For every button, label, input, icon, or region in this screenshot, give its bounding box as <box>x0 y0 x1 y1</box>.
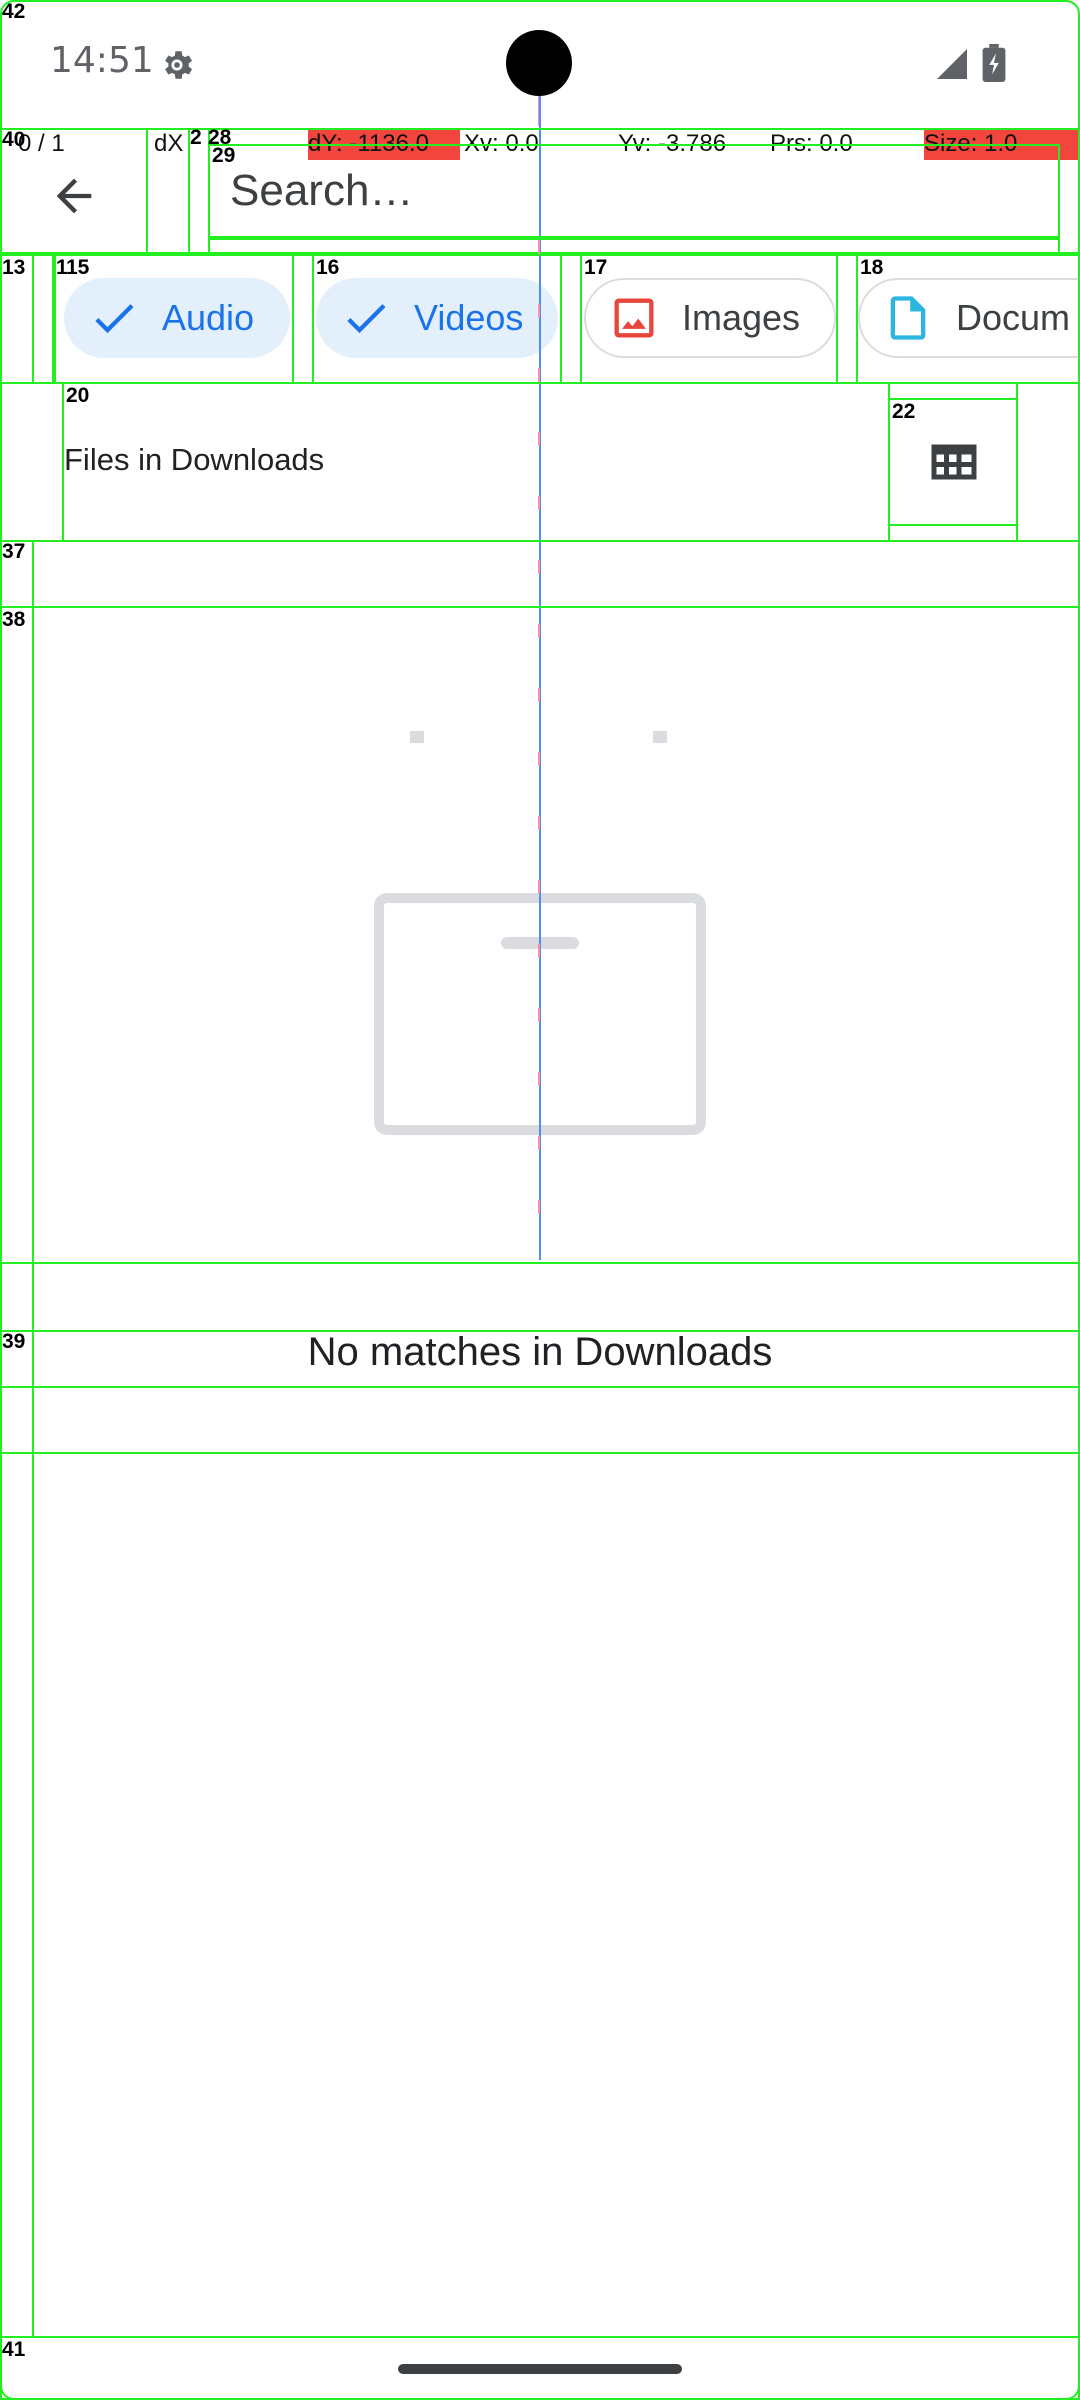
pointer-trace-tick <box>538 880 540 894</box>
check-icon <box>86 290 142 346</box>
battery-charging-icon <box>982 44 1006 82</box>
pointer-trace-tick <box>538 240 540 254</box>
grid-view-icon <box>931 444 977 480</box>
pointer-trace-tick <box>538 560 540 574</box>
empty-state-message: No matches in Downloads <box>307 1330 773 1374</box>
bounds-label: 28 <box>208 126 232 149</box>
bounds-label: 41 <box>2 2338 26 2361</box>
pointer-trace-tick <box>538 432 540 446</box>
chip-label: Docum <box>956 297 1071 338</box>
chip-videos[interactable]: Videos <box>316 278 558 358</box>
bounds-1 <box>32 254 54 384</box>
bounds-row-20-a <box>0 382 64 542</box>
back-button[interactable] <box>34 156 114 236</box>
bounds-label: 2 <box>190 126 202 149</box>
pointer-trace-tick <box>538 944 540 958</box>
bounds-label: 16 <box>316 256 340 279</box>
pointer-trace-tick <box>538 624 540 638</box>
pointer-trace-tick <box>538 816 540 830</box>
chip-audio[interactable]: Audio <box>64 278 290 358</box>
chip-documents[interactable]: Docum <box>858 278 1080 358</box>
signal-icon <box>934 46 970 82</box>
bounds-16-a <box>560 254 582 384</box>
bounds-39-a <box>0 1386 1080 1454</box>
chip-label: Videos <box>414 297 524 338</box>
pointer-trace-tick <box>538 688 540 702</box>
chip-images[interactable]: Images <box>584 278 836 358</box>
pointer-trace-tick <box>538 1008 540 1022</box>
bounds-label: 13 <box>2 256 26 279</box>
bounds-15-a <box>292 254 314 384</box>
document-icon <box>880 290 936 346</box>
bounds-label: 1 <box>56 256 68 279</box>
arrow-back-icon <box>56 178 92 214</box>
bounds-38-a <box>0 1262 1080 1332</box>
pointer-trace-tick <box>538 1136 540 1150</box>
pointer-trace-tick <box>538 496 540 510</box>
pointer-trace-tick <box>538 304 540 318</box>
bounds-17-a <box>836 254 858 384</box>
pointer-trace-tick <box>538 752 540 766</box>
grid-view-button[interactable] <box>924 432 984 492</box>
bounds-label: 20 <box>66 384 90 407</box>
pointer-trace-tick <box>538 1072 540 1086</box>
check-icon <box>338 290 394 346</box>
chip-label: Images <box>682 297 801 338</box>
pointer-count: 0 / 1 <box>18 130 65 157</box>
files-header-title: Files in Downloads <box>64 442 325 477</box>
status-time: 14:51 <box>50 40 154 81</box>
pointer-trace-tick <box>538 1200 540 1214</box>
bounds-label: 37 <box>2 540 26 563</box>
pointer-trace-tick <box>538 368 540 382</box>
gesture-nav-handle[interactable] <box>398 2364 682 2374</box>
bounds-29-a <box>208 236 1060 254</box>
bounds-label: 17 <box>584 256 608 279</box>
bounds-label: 18 <box>860 256 884 279</box>
bounds-left-rail <box>0 540 34 2338</box>
search-input[interactable]: Search… <box>230 166 413 216</box>
settings-icon <box>158 46 196 84</box>
camera-cutout <box>506 30 572 96</box>
bounds-28 <box>188 128 210 254</box>
chip-label: Audio <box>162 297 255 338</box>
bounds-label: 22 <box>892 400 916 423</box>
bounds-label: 42 <box>2 0 26 23</box>
image-icon <box>606 290 662 346</box>
bounds-label: 38 <box>2 608 26 631</box>
bounds-label: 15 <box>66 256 90 279</box>
pointer-dx: dX <box>154 130 184 157</box>
